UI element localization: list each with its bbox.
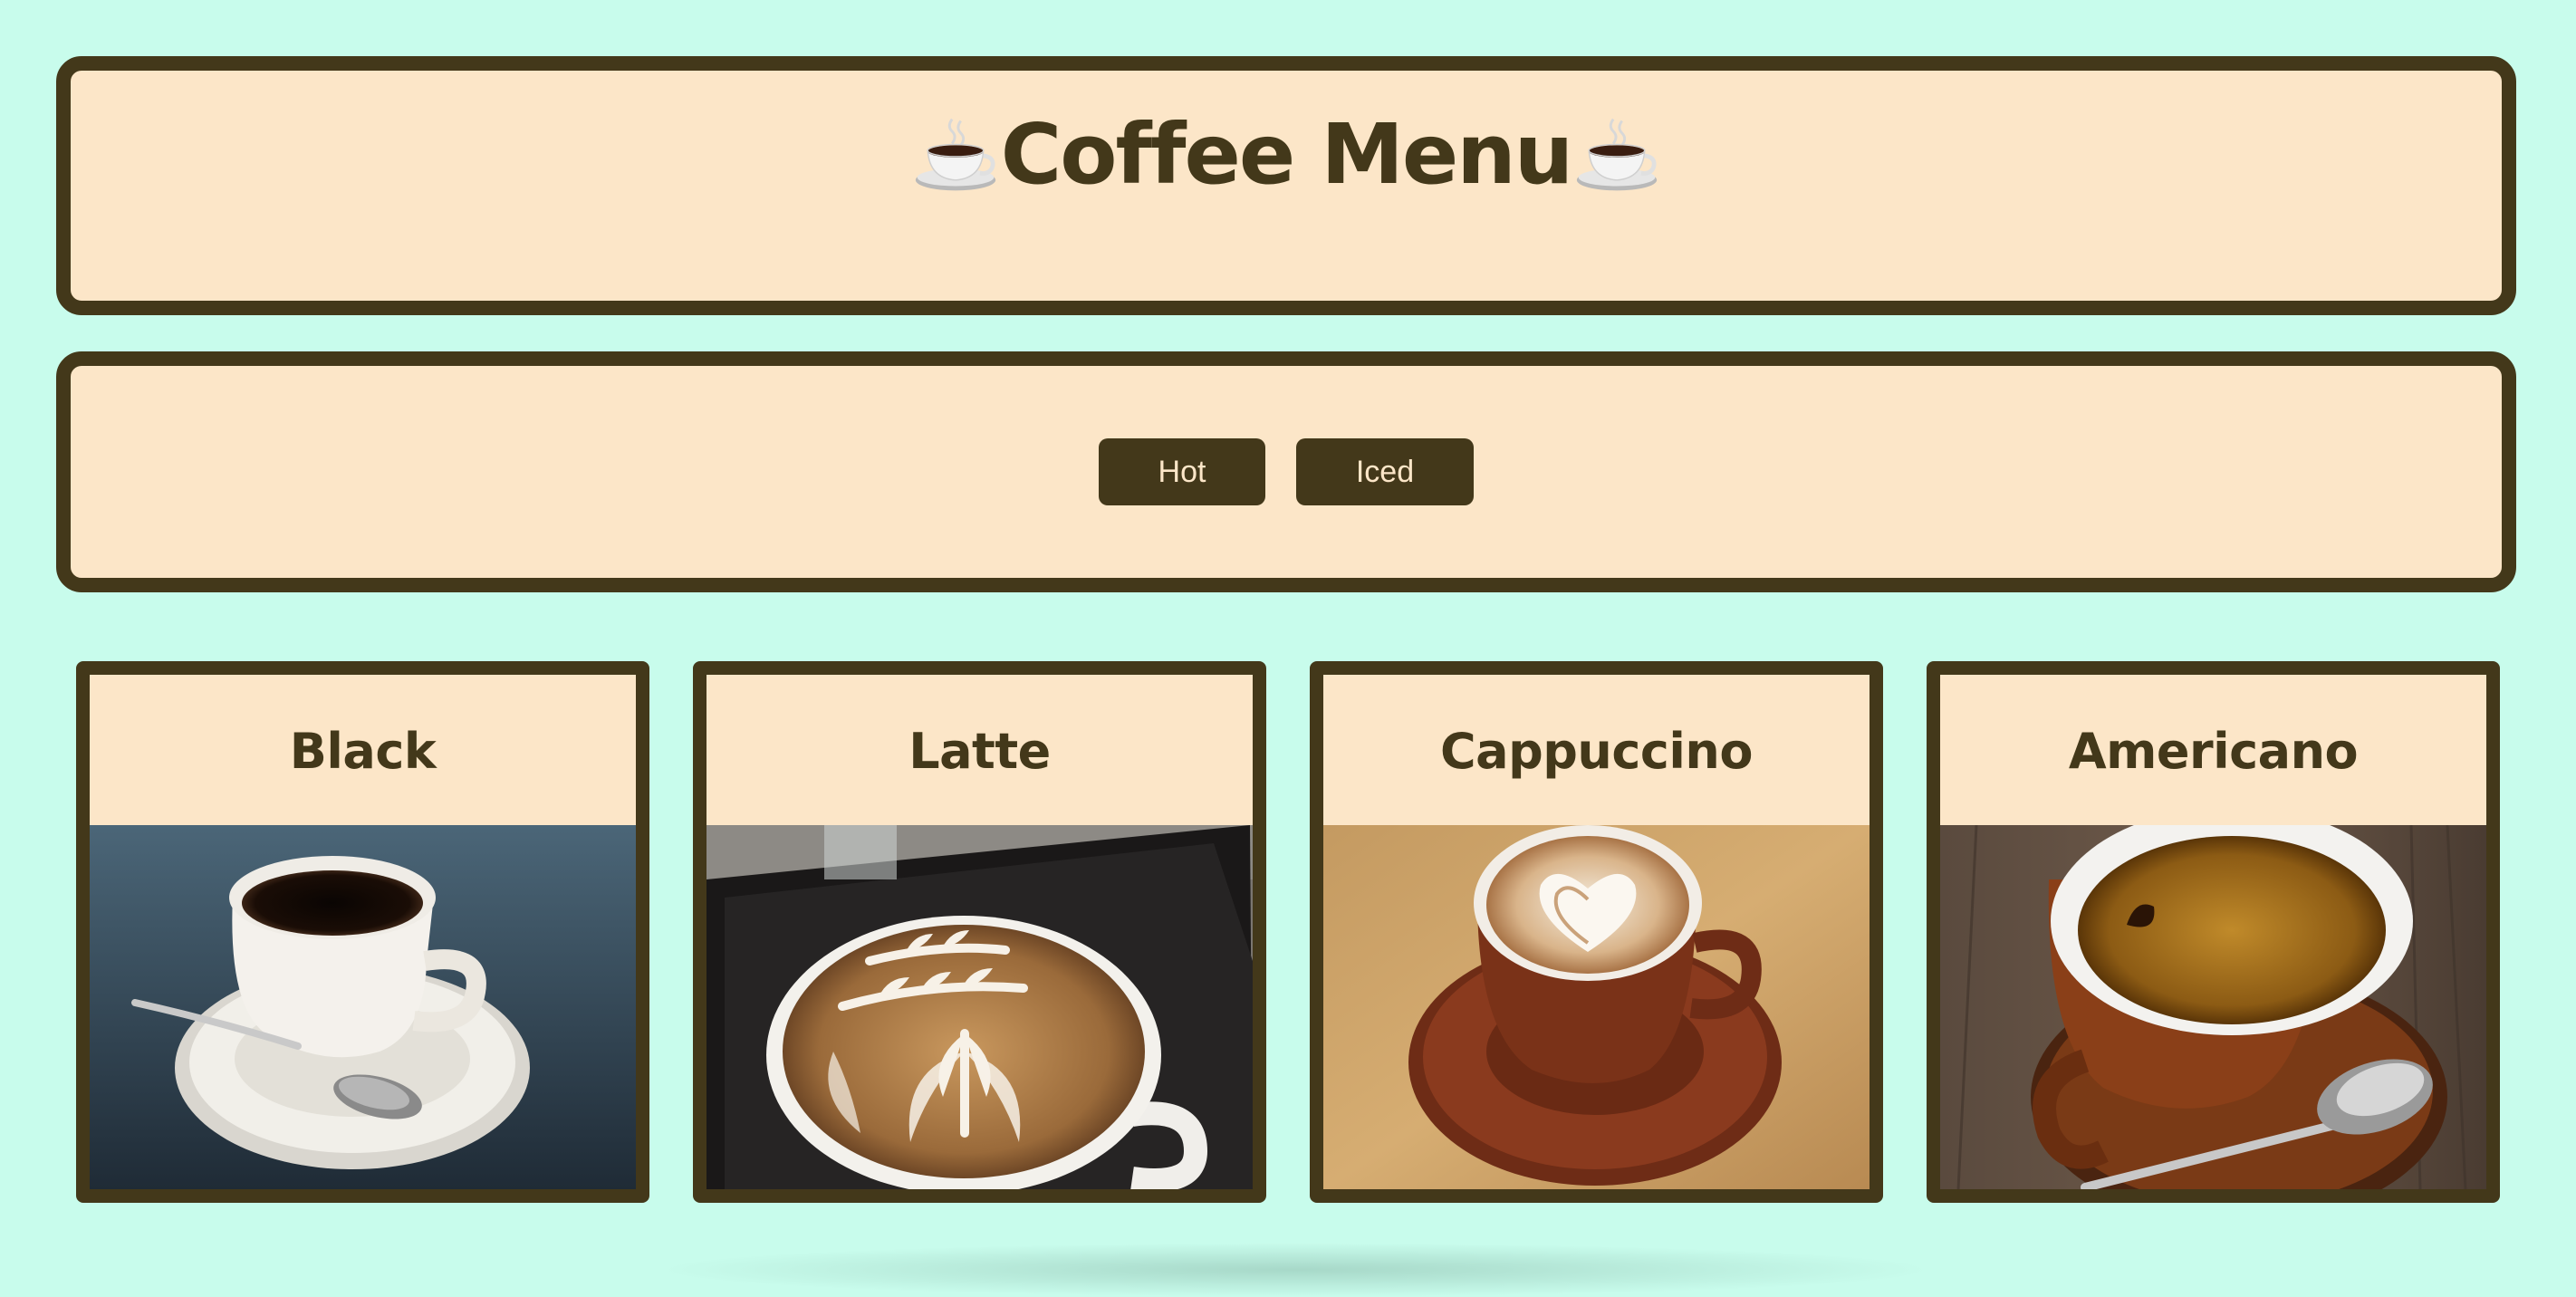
menu-card-title: Americano <box>2068 722 2359 780</box>
hot-filter-button[interactable]: Hot <box>1099 438 1265 505</box>
coffee-cup-icon <box>915 118 995 191</box>
iced-filter-button[interactable]: Iced <box>1296 438 1474 505</box>
menu-card-title: Latte <box>908 722 1051 780</box>
filter-panel: Hot Iced <box>56 351 2516 592</box>
coffee-cup-icon <box>1577 118 1658 191</box>
header-panel: Coffee Menu <box>56 56 2516 315</box>
title-text: Coffee Menu <box>1000 105 1574 203</box>
americano-photo <box>1940 825 2486 1189</box>
black-coffee-photo <box>90 825 636 1189</box>
filter-button-group: Hot Iced <box>1099 438 1474 505</box>
latte-photo <box>706 825 1253 1189</box>
menu-card-cappuccino[interactable]: Cappuccino <box>1310 661 1883 1203</box>
menu-card-americano[interactable]: Americano <box>1927 661 2500 1203</box>
menu-card-black[interactable]: Black <box>76 661 649 1203</box>
menu-card-latte[interactable]: Latte <box>693 661 1266 1203</box>
page-title: Coffee Menu <box>912 106 1661 203</box>
menu-card-title: Cappuccino <box>1440 722 1753 780</box>
cappuccino-photo <box>1323 825 1870 1189</box>
page-bottom-shadow <box>652 1243 1938 1297</box>
menu-card-title: Black <box>289 722 437 780</box>
menu-card-grid: Black Latte Cappuccino Americano <box>76 661 2500 1203</box>
